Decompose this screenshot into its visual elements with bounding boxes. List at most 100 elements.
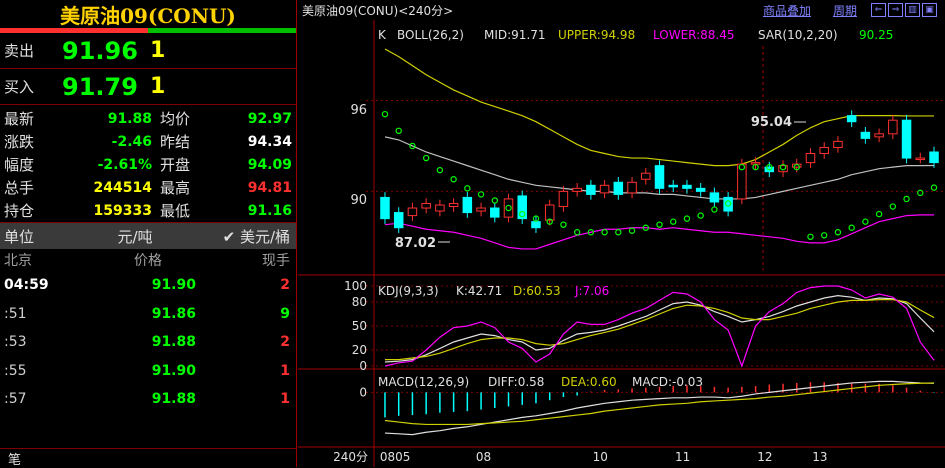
unit-usd-option[interactable]: ✔ 美元/桶 [200,226,296,247]
boll-k-label: K [378,28,387,42]
tick-time: :53 [4,334,27,351]
candle-body [668,184,678,188]
sar-dot [560,221,567,228]
price-axis-label: 90 [350,193,367,208]
buy-price: 91.79 [62,72,138,101]
buy-label: 买入 [4,78,35,96]
stat-value: 92.97 [247,110,292,127]
price-axis-label: 96 [350,103,367,118]
tick-price: 91.90 [151,362,196,379]
x-axis-label: 12 [757,450,772,464]
tick-row: :55 91.90 1 [0,357,296,386]
stat-value: 244514 [93,179,152,196]
overlay-link[interactable]: 商品叠加 [763,2,811,19]
tick-qty: 9 [280,305,290,322]
stat-value: 94.34 [247,133,292,150]
period-label: 240分 [333,450,368,464]
candle-body [654,165,665,189]
candle-body [750,162,761,165]
sar-dot [381,110,389,118]
tick-qty: 2 [280,334,290,351]
sar-dot [450,176,457,183]
view-buttons: ⇐ ⇒ ▥ ▣ [871,3,937,17]
candle-body [695,187,706,192]
sar-dot [807,233,814,240]
candle-body [901,119,912,159]
buy-qty: 1 [150,74,166,99]
candle-body [929,151,939,164]
instrument-title: 美原油09(CONU) [60,3,236,28]
zoom-out-icon[interactable]: ⇐ [871,3,886,17]
zoom-in-icon[interactable]: ⇒ [888,3,903,17]
candle-body [599,184,610,194]
high-annotation: 95.04 [751,115,792,130]
unit-cny-option[interactable]: 元/吨 [70,226,200,247]
stat-value: -2.61% [97,156,152,173]
stat-value: 94.81 [247,179,292,196]
ticks-header-qty: 现手 [262,253,290,269]
candle-body [709,192,720,203]
kdj-k-line [384,294,935,363]
sar-name: SAR(10,2,20) [758,28,838,42]
candle-body [393,212,404,229]
stat-value: 91.16 [247,202,292,219]
candlestick-chart[interactable]: K BOLL(26,2) MID:91.71 UPPER:94.98 LOWER… [298,20,945,467]
macd-dea: DEA:0.60 [561,375,617,389]
sar-dot [615,229,622,236]
sar-dot [903,195,910,203]
chart-toolbar: 美原油09(CONU)<240分> 商品叠加 周期 ⇐ ⇒ ▥ ▣ [298,0,945,20]
period-link[interactable]: 周期 [833,2,857,19]
candle-body [833,140,843,148]
layout-icon[interactable]: ▥ [905,3,920,17]
sar-dot [477,191,485,198]
ticks-tab[interactable]: 笔 [0,448,297,468]
quote-panel: 美原油09(CONU) 卖出 91.96 1 买入 91.79 1 最新 91.8… [0,0,297,468]
boll-lower: LOWER:88.45 [653,28,735,42]
candle-body [544,204,555,221]
candle-body [572,187,582,192]
stat-value: -2.46 [111,133,152,150]
tick-row: :51 91.86 9 [0,300,296,329]
x-axis-label: 13 [812,450,827,464]
stat-label: 总手 [4,179,35,197]
sar-dot [683,215,691,222]
candle-body [558,190,569,208]
candle-body [860,131,871,139]
candle-body [613,181,624,195]
sell-quote[interactable]: 卖出 91.96 1 [0,33,296,69]
candle-body [421,202,431,209]
sar-dot [628,227,636,234]
chart-title: 美原油09(CONU)<240分> [302,3,454,18]
boll-name: BOLL(26,2) [397,28,464,42]
sell-label: 卖出 [4,42,35,60]
candle-body [380,196,390,220]
sar-dot [711,206,718,213]
sar-dot [670,218,677,225]
macd-name: MACD(12,26,9) [378,375,469,389]
x-axis-label: 11 [675,450,690,464]
kdj-axis-label: 100 [344,279,367,293]
sar-dot [930,184,938,191]
sell-qty: 1 [150,38,166,63]
sar-dot [697,212,704,219]
x-axis-label: 10 [593,450,608,464]
candle-body [476,207,486,212]
tick-qty: 1 [280,362,290,379]
candle-body [407,207,418,217]
tick-time: :51 [4,305,27,322]
stat-label: 最低 [160,202,191,220]
unit-selector[interactable]: 单位 元/吨 ✔ 美元/桶 [0,223,296,249]
tick-qty: 2 [280,277,290,294]
sar-dot [917,189,924,197]
fullscreen-icon[interactable]: ▣ [922,3,937,17]
stat-label: 开盘 [160,156,191,174]
stat-label: 最高 [160,179,191,197]
stats-row: 涨跌 -2.46 昨结 94.34 [0,130,296,153]
kdj-d: D:60.53 [513,284,561,298]
sar-dot [875,210,883,218]
tick-row: :53 91.88 2 [0,328,296,357]
candle-body [819,146,829,155]
buy-quote[interactable]: 买入 91.79 1 [0,69,296,105]
ticks-header-price: 价格 [134,253,162,269]
stat-value: 94.09 [247,156,292,173]
